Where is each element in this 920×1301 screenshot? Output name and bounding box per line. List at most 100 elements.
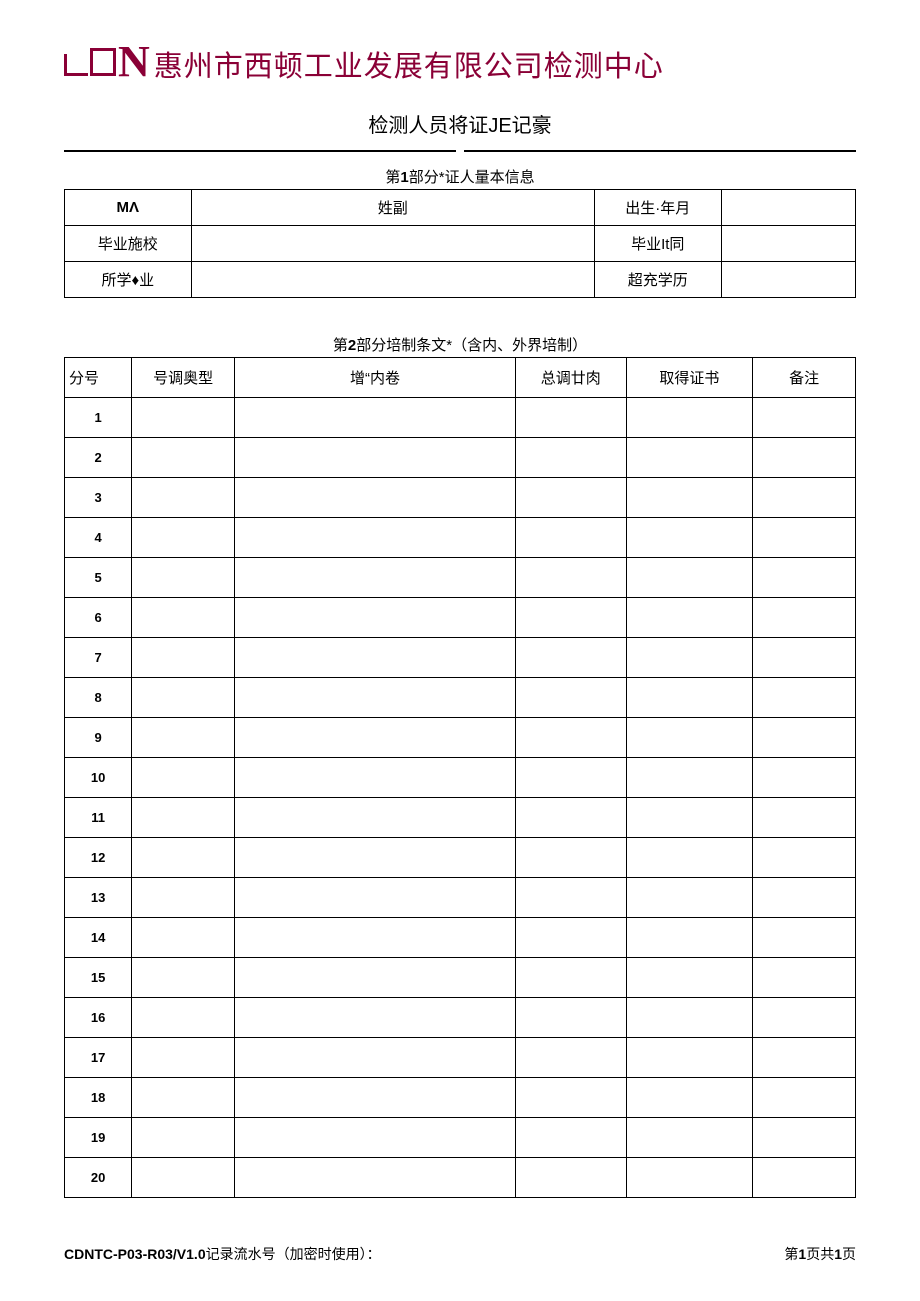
table-cell [515,1038,626,1078]
table-cell [753,878,856,918]
field-label: 姓副 [191,190,594,226]
table-cell [235,518,516,558]
page-footer: CDNTC-P03-R03/V1.0记录流水号（加密时使用）： 第1页共1页 [64,1244,856,1264]
table-cell [753,598,856,638]
table-row: 13 [65,878,856,918]
section1-title-prefix: 第 [385,169,400,186]
table-cell [753,798,856,838]
table-cell [626,638,753,678]
table-cell [515,638,626,678]
table-cell [515,678,626,718]
table-cell [132,558,235,598]
table-cell [235,798,516,838]
table-cell [753,718,856,758]
table-cell [235,478,516,518]
table-row: 2 [65,438,856,478]
document-header: N 惠州市西顿工业发展有限公司检测中心 [64,40,856,85]
row-number: 14 [65,918,132,958]
table-row: 18 [65,1078,856,1118]
field-label: 毕业It同 [594,226,721,262]
table-cell [132,798,235,838]
row-number: 20 [65,1158,132,1198]
table-cell [626,1038,753,1078]
table-row: 4 [65,518,856,558]
table-row: 12 [65,838,856,878]
table-cell [235,838,516,878]
table-cell [753,918,856,958]
section1-title-suffix: 部分*证人量本信息 [409,169,535,186]
field-label: 超充学历 [594,262,721,298]
table-cell [515,398,626,438]
table-cell [753,1078,856,1118]
table-row: 19 [65,1118,856,1158]
table-cell [235,1078,516,1118]
table-row: 6 [65,598,856,638]
table-cell [515,838,626,878]
field-value [721,262,855,298]
table-cell [132,438,235,478]
col-header-total: 总调廿肉 [515,358,626,398]
table-cell [515,918,626,958]
table-cell [626,398,753,438]
table-cell [626,718,753,758]
company-logo: N 惠州市西顿工业发展有限公司检测中心 [64,40,664,85]
table-cell [515,438,626,478]
table-row: 20 [65,1158,856,1198]
row-number: 6 [65,598,132,638]
table-cell [235,438,516,478]
table-row: 10 [65,758,856,798]
table-cell [515,958,626,998]
table-row: 9 [65,718,856,758]
section2-title-prefix: 第 [333,337,348,354]
row-number: 12 [65,838,132,878]
table-row: 5 [65,558,856,598]
section2-title: 第2部分培制条文*（含内、外界培制） [64,334,856,355]
table-cell [515,718,626,758]
field-label: 出生·年月 [594,190,721,226]
table-cell [235,1158,516,1198]
table-row: 16 [65,998,856,1038]
row-number: 1 [65,398,132,438]
col-header-cert: 取得证书 [626,358,753,398]
table-cell [132,878,235,918]
footer-page-info: 第1页共1页 [784,1244,856,1264]
field-label: 所学♦业 [65,262,192,298]
field-label: 毕业施校 [65,226,192,262]
row-number: 16 [65,998,132,1038]
row-number: 11 [65,798,132,838]
table-cell [626,998,753,1038]
table-cell [626,1158,753,1198]
table-cell [626,798,753,838]
table-cell [626,438,753,478]
row-number: 17 [65,1038,132,1078]
table-cell [515,558,626,598]
table-cell [515,1118,626,1158]
table-cell [626,758,753,798]
table-cell [132,598,235,638]
table-cell [235,718,516,758]
table-cell [753,1118,856,1158]
field-value [191,262,594,298]
row-number: 9 [65,718,132,758]
table-cell [235,1038,516,1078]
row-number: 13 [65,878,132,918]
table-cell [626,518,753,558]
table-cell [132,718,235,758]
table-cell [132,1158,235,1198]
table-cell [515,478,626,518]
table-cell [753,958,856,998]
row-number: 4 [65,518,132,558]
table-cell [753,478,856,518]
table-cell [235,958,516,998]
table-row: MΛ 姓副 出生·年月 [65,190,856,226]
basic-info-table: MΛ 姓副 出生·年月 毕业施校 毕业It同 所学♦业 超充学历 [64,189,856,298]
table-cell [515,758,626,798]
footer-code-suffix: 记录流水号（加密时使用）： [206,1246,381,1262]
table-cell [235,918,516,958]
table-cell [132,638,235,678]
table-cell [626,918,753,958]
section1-title-num: 1 [400,169,408,186]
table-cell [753,398,856,438]
training-records-table: 分号 号调奥型 增“内卷 总调廿肉 取得证书 备注 12345678910111… [64,357,856,1198]
table-cell [626,558,753,598]
